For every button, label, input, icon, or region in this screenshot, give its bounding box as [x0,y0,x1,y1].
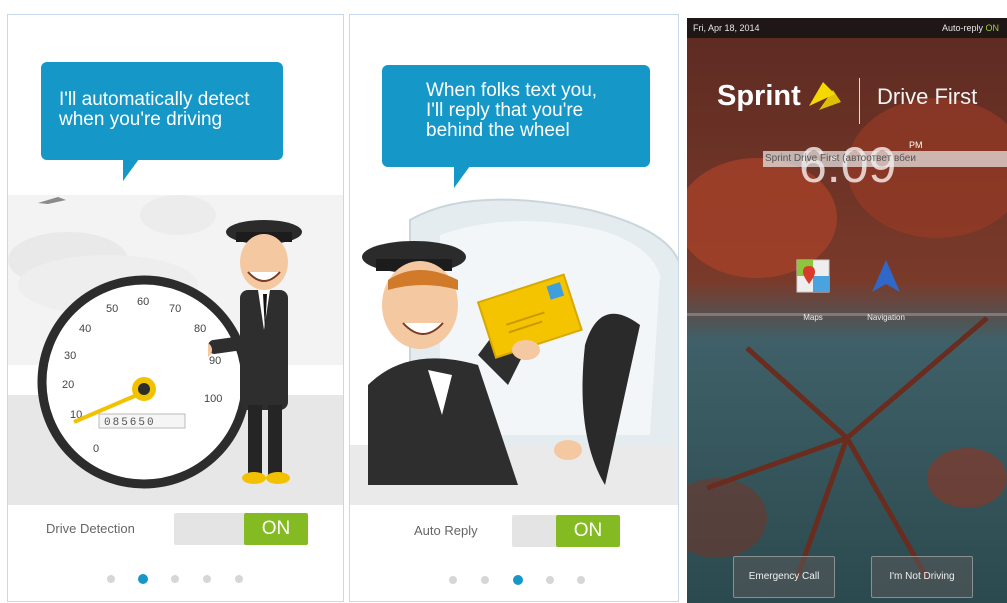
auto-reply-toggle-row: Auto Reply ON [414,512,620,550]
chauffeur-envelope-illustration [362,241,583,485]
sprint-logo: Sprint [717,80,801,113]
speed-label: 70 [169,303,181,315]
status-autoreply: Auto-reply ON [942,23,999,33]
page-dot[interactable] [107,575,115,583]
page-dot[interactable] [449,576,457,584]
speed-label: 30 [64,350,76,362]
odometer: 085650 [104,417,156,429]
page-indicator [449,574,589,586]
app-shortcuts-strip [687,313,1007,316]
page-dot[interactable] [481,576,489,584]
app-shortcut-navigation[interactable]: Navigation [859,258,913,322]
page-dot-active[interactable] [513,575,523,585]
speed-label: 50 [106,303,118,315]
auto-reply-label: Auto Reply [414,523,478,538]
page-dot[interactable] [203,575,211,583]
auto-reply-toggle[interactable]: ON [512,515,620,547]
status-autoreply-state: ON [985,23,1000,33]
navigation-icon [872,260,900,292]
not-driving-button[interactable]: I'm Not Driving [871,556,973,598]
drive-detection-toggle-row: Drive Detection ON [46,510,308,548]
drive-detection-label: Drive Detection [46,521,135,536]
chauffeur-illustration [208,220,302,484]
drive-first-title: Drive First [877,84,978,109]
speed-label: 0 [93,443,99,455]
toggle-on-indicator: ON [244,513,308,545]
header-divider [859,78,860,124]
app-shortcut-label: Maps [803,313,823,322]
drive-detection-toggle[interactable]: ON [174,513,308,545]
speed-label: 20 [62,379,74,391]
app-shortcut-maps[interactable]: Maps [793,258,833,322]
status-date: Fri, Apr 18, 2014 [693,23,760,33]
bubble-line: I'll automatically detect [59,89,250,110]
toggle-on-indicator: ON [556,515,620,547]
speed-label: 40 [79,323,91,335]
page-dot[interactable] [235,575,243,583]
sprint-wordmark: Sprint [717,80,801,112]
status-autoreply-label: Auto-reply [941,23,983,33]
bubble-line: I'll reply that you're [426,100,584,121]
page-dot[interactable] [577,576,585,584]
emergency-call-button[interactable]: Emergency Call [733,556,835,598]
app-shortcut-label: Navigation [867,313,905,322]
page-dot-active[interactable] [138,574,148,584]
bubble-line: When folks text you, [426,80,598,101]
sprint-logo-mark-icon [809,82,841,110]
maps-icon [796,259,830,293]
bubble-line: behind the wheel [426,120,570,141]
speed-label: 80 [194,323,206,335]
notification-text[interactable]: Sprint Drive First (автоответ вбеи [763,151,1007,167]
page-dot[interactable] [546,576,554,584]
clock-ampm: PM [909,140,923,150]
lockscreen: Fri, Apr 18, 2014 Auto-reply ON Sprint D… [687,18,1007,603]
page-dot[interactable] [171,575,179,583]
onboarding-screen-auto-reply: When folks text you, I'll reply that you… [349,14,679,602]
speech-bubble: When folks text you, I'll reply that you… [382,65,650,188]
speed-label: 60 [137,296,149,308]
page-indicator [107,573,257,585]
onboarding-screen-drive-detection: I'll automatically detect when you're dr… [7,14,344,602]
bubble-line: when you're driving [59,109,223,130]
speech-bubble: I'll automatically detect when you're dr… [41,62,283,181]
